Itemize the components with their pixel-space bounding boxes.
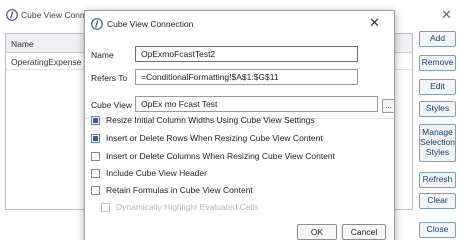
- refers-to-field[interactable]: =ConditionalFormatting!$A$1:$G$11: [135, 69, 358, 85]
- cancel-button[interactable]: Cancel: [342, 224, 386, 240]
- option-label: Resize Initial Column Widths Using Cube …: [106, 115, 315, 125]
- checkbox-unchecked-icon[interactable]: [91, 152, 100, 161]
- refers-to-label: Refers To: [91, 73, 128, 83]
- checkbox-unchecked-icon[interactable]: [91, 186, 100, 195]
- dialog-close-icon[interactable]: ✕: [369, 15, 380, 31]
- background-close-icon[interactable]: ✕: [441, 7, 452, 23]
- option-label: Include Cube View Header: [106, 168, 207, 178]
- option-label: Insert or Delete Columns When Resizing C…: [106, 151, 335, 161]
- cube-view-field[interactable]: OpEx mo Fcast Test: [135, 96, 378, 112]
- option-label: Retain Formulas in Cube View Content: [106, 185, 253, 195]
- app-logo-icon: [6, 9, 18, 21]
- manage-selection-styles-button[interactable]: Manage Selection Styles: [419, 124, 456, 162]
- dialog-title: Cube View Connection: [107, 19, 194, 29]
- edit-button[interactable]: Edit: [419, 79, 456, 95]
- checkbox-checked-icon[interactable]: [91, 116, 100, 125]
- grid-row-name: OperatingExpense: [11, 57, 82, 67]
- cube-view-label: Cube View: [91, 100, 132, 110]
- option-label: Insert or Delete Rows When Resizing Cube…: [106, 133, 323, 143]
- checkbox-unchecked-icon[interactable]: [91, 169, 100, 178]
- app-logo-icon: [91, 18, 103, 30]
- refresh-button[interactable]: Refresh: [419, 172, 456, 188]
- cube-view-browse-button[interactable]: ...: [382, 99, 395, 113]
- name-field[interactable]: OpExmoFcastTest2: [135, 46, 358, 62]
- background-title: Cube View Connec: [21, 10, 94, 20]
- checkbox-checked-icon[interactable]: [91, 134, 100, 143]
- add-button[interactable]: Add: [419, 31, 456, 47]
- remove-button[interactable]: Remove: [419, 55, 456, 71]
- cube-view-connection-dialog: Cube View Connection ✕ Name OpExmoFcastT…: [84, 10, 395, 240]
- clear-button[interactable]: Clear: [419, 193, 456, 209]
- grid-header-name: Name: [11, 39, 34, 49]
- name-label: Name: [91, 50, 114, 60]
- ok-button[interactable]: OK: [297, 224, 337, 240]
- checkbox-disabled-icon: [101, 203, 110, 212]
- close-button[interactable]: Close: [419, 222, 456, 238]
- styles-button[interactable]: Styles: [419, 101, 456, 117]
- option-label: Dynamically Highlight Evaluated Cells: [116, 202, 259, 212]
